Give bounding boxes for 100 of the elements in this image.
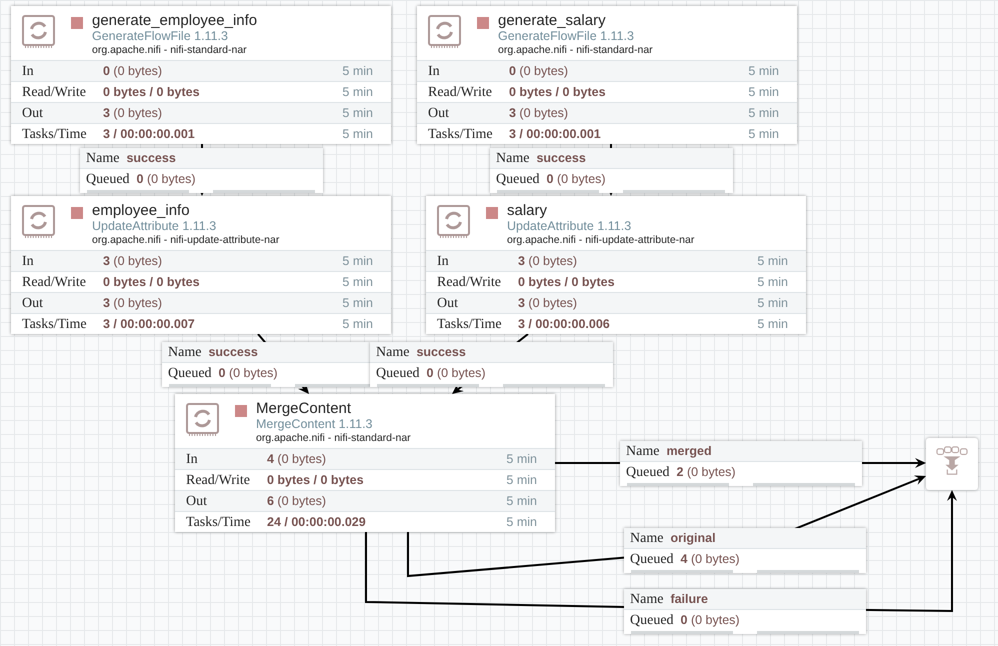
stat-window: 5 min <box>506 470 537 490</box>
stat-label: Read/Write <box>22 274 87 292</box>
stat-label: Read/Write <box>186 472 251 490</box>
queued-count: 0 (0 bytes) <box>426 365 486 382</box>
relationship-name: failure <box>670 591 708 608</box>
stat-value: 24 / 00:00:00.029 <box>267 514 367 531</box>
processor-name: generate_salary <box>498 12 607 29</box>
stat-label: Out <box>437 295 459 313</box>
stat-value: 3 / 00:00:00.001 <box>103 126 196 143</box>
queued-count: 4 (0 bytes) <box>680 551 740 568</box>
stat-window: 5 min <box>342 61 373 81</box>
relationship-name: merged <box>666 443 712 460</box>
stat-value: 0 (0 bytes) <box>509 63 570 80</box>
stat-value: 0 bytes / 0 bytes <box>103 84 201 101</box>
funnel-icon <box>936 446 968 476</box>
stat-label: In <box>22 63 35 81</box>
connection-label[interactable]: Name success Queued 0 (0 bytes) <box>80 148 323 193</box>
processor-name: generate_employee_info <box>92 12 258 29</box>
name-label: Name <box>496 150 530 168</box>
queued-label: Queued <box>496 171 540 188</box>
processor-name: MergeContent <box>256 400 352 417</box>
queued-label: Queued <box>630 612 674 629</box>
bundle-name: org.apache.nifi - nifi-standard-nar <box>92 44 248 57</box>
stat-label: Tasks/Time <box>22 126 88 144</box>
stat-window: 5 min <box>748 103 779 123</box>
stat-label: Tasks/Time <box>437 316 503 334</box>
processor-icon <box>22 205 55 238</box>
processor-name: salary <box>507 202 548 219</box>
stat-value: 0 bytes / 0 bytes <box>518 274 616 291</box>
processor-card[interactable]: generate_employee_info GenerateFlowFile 1.11.3 org.apache.nifi - nifi-standard-nar In 0 (0 bytes) 5 min Read/Write 0 bytes / 0 bytes 5 min Out 3 (0 bytes) 5 min Tasks/Time 3 / 00:00:00.001 5 min <box>11 6 391 144</box>
stat-window: 5 min <box>506 449 537 469</box>
queued-label: Queued <box>168 365 212 382</box>
stat-value: 0 bytes / 0 bytes <box>267 472 365 489</box>
stat-window: 5 min <box>506 512 537 532</box>
stat-window: 5 min <box>757 314 788 334</box>
queued-count: 0 (0 bytes) <box>136 171 196 188</box>
stat-label: In <box>428 63 441 81</box>
stat-window: 5 min <box>757 251 788 271</box>
stat-value: 4 (0 bytes) <box>267 451 328 468</box>
relationship-name: original <box>670 530 716 547</box>
funnel-node[interactable] <box>926 438 978 490</box>
name-label: Name <box>626 443 660 461</box>
connection-label[interactable]: Name failure Queued 0 (0 bytes) <box>624 589 866 634</box>
bundle-name: org.apache.nifi - nifi-update-attribute-nar <box>92 234 280 247</box>
relationship-name: success <box>536 150 586 167</box>
bundle-name: org.apache.nifi - nifi-standard-nar <box>498 44 653 57</box>
relationship-name: success <box>208 344 258 361</box>
stat-value: 0 bytes / 0 bytes <box>103 274 201 291</box>
stat-value: 3 / 00:00:00.006 <box>518 316 611 333</box>
stat-label: Read/Write <box>437 274 502 292</box>
stat-window: 5 min <box>342 272 373 292</box>
processor-icon <box>22 15 55 48</box>
processor-card[interactable]: salary UpdateAttribute 1.11.3 org.apache.nifi - nifi-update-attribute-nar In 3 (0 bytes) 5 min Read/Write 0 bytes / 0 bytes 5 min Out 3 (0 bytes) 5 min Tasks/Time 3 / 00:00:00.006 5 min <box>426 196 806 334</box>
stat-value: 3 / 00:00:00.001 <box>509 126 602 143</box>
stat-window: 5 min <box>757 293 788 313</box>
relationship-name: success <box>416 344 466 361</box>
stat-label: In <box>22 253 35 271</box>
connection-label[interactable]: Name success Queued 0 (0 bytes) <box>162 342 370 387</box>
name-label: Name <box>630 530 664 548</box>
stat-window: 5 min <box>748 124 779 144</box>
processor-card[interactable]: MergeContent MergeContent 1.11.3 org.apache.nifi - nifi-standard-nar In 4 (0 bytes) 5 min Read/Write 0 bytes / 0 bytes 5 min Out 6 (0 bytes) 5 min Tasks/Time 24 / 00:00:00.029 5 min <box>175 394 555 532</box>
name-label: Name <box>630 591 664 609</box>
processor-card[interactable]: employee_info UpdateAttribute 1.11.3 org.apache.nifi - nifi-update-attribute-nar In 3 (0 bytes) 5 min Read/Write 0 bytes / 0 bytes 5 min Out 3 (0 bytes) 5 min Tasks/Time 3 / 00:00:00.007 5 min <box>11 196 391 334</box>
processor-type: UpdateAttribute 1.11.3 <box>507 219 632 234</box>
stat-value: 3 (0 bytes) <box>518 253 578 270</box>
connection-label[interactable]: Name merged Queued 2 (0 bytes) <box>620 441 862 486</box>
stat-value: 0 (0 bytes) <box>103 63 164 80</box>
stat-window: 5 min <box>748 82 779 102</box>
stat-label: Tasks/Time <box>22 316 88 334</box>
stat-value: 3 (0 bytes) <box>103 105 164 122</box>
stat-label: Tasks/Time <box>186 514 252 532</box>
stat-value: 6 (0 bytes) <box>267 493 328 510</box>
stat-label: Out <box>22 295 44 313</box>
connection-label[interactable]: Name success Queued 0 (0 bytes) <box>490 148 733 193</box>
stat-label: In <box>186 451 199 469</box>
processor-icon <box>437 205 470 238</box>
connection-label[interactable]: Name success Queued 0 (0 bytes) <box>370 342 613 387</box>
stat-window: 5 min <box>506 491 537 511</box>
stat-value: 0 bytes / 0 bytes <box>509 84 607 101</box>
stat-label: Out <box>22 105 44 123</box>
queued-label: Queued <box>86 171 130 188</box>
connection-label[interactable]: Name original Queued 4 (0 bytes) <box>624 528 866 573</box>
stat-window: 5 min <box>342 103 373 123</box>
stat-label: Read/Write <box>22 84 87 102</box>
processor-card[interactable]: generate_salary GenerateFlowFile 1.11.3 org.apache.nifi - nifi-standard-nar In 0 (0 bytes) 5 min Read/Write 0 bytes / 0 bytes 5 min Out 3 (0 bytes) 5 min Tasks/Time 3 / 00:00:00.001 5 min <box>417 6 797 144</box>
processor-type: UpdateAttribute 1.11.3 <box>92 219 218 234</box>
stat-value: 3 (0 bytes) <box>509 105 570 122</box>
name-label: Name <box>168 344 202 362</box>
stat-label: Out <box>186 493 208 511</box>
queued-label: Queued <box>630 551 674 568</box>
processor-name: employee_info <box>92 202 191 219</box>
stat-value: 3 (0 bytes) <box>518 295 578 312</box>
stat-label: Tasks/Time <box>428 126 494 144</box>
stat-label: Out <box>428 105 450 123</box>
queued-count: 0 (0 bytes) <box>546 171 606 188</box>
stat-value: 3 (0 bytes) <box>103 253 164 270</box>
processor-type: MergeContent 1.11.3 <box>256 417 374 432</box>
relationship-name: success <box>126 150 176 167</box>
bundle-name: org.apache.nifi - nifi-update-attribute-nar <box>507 234 694 247</box>
stat-value: 3 (0 bytes) <box>103 295 164 312</box>
